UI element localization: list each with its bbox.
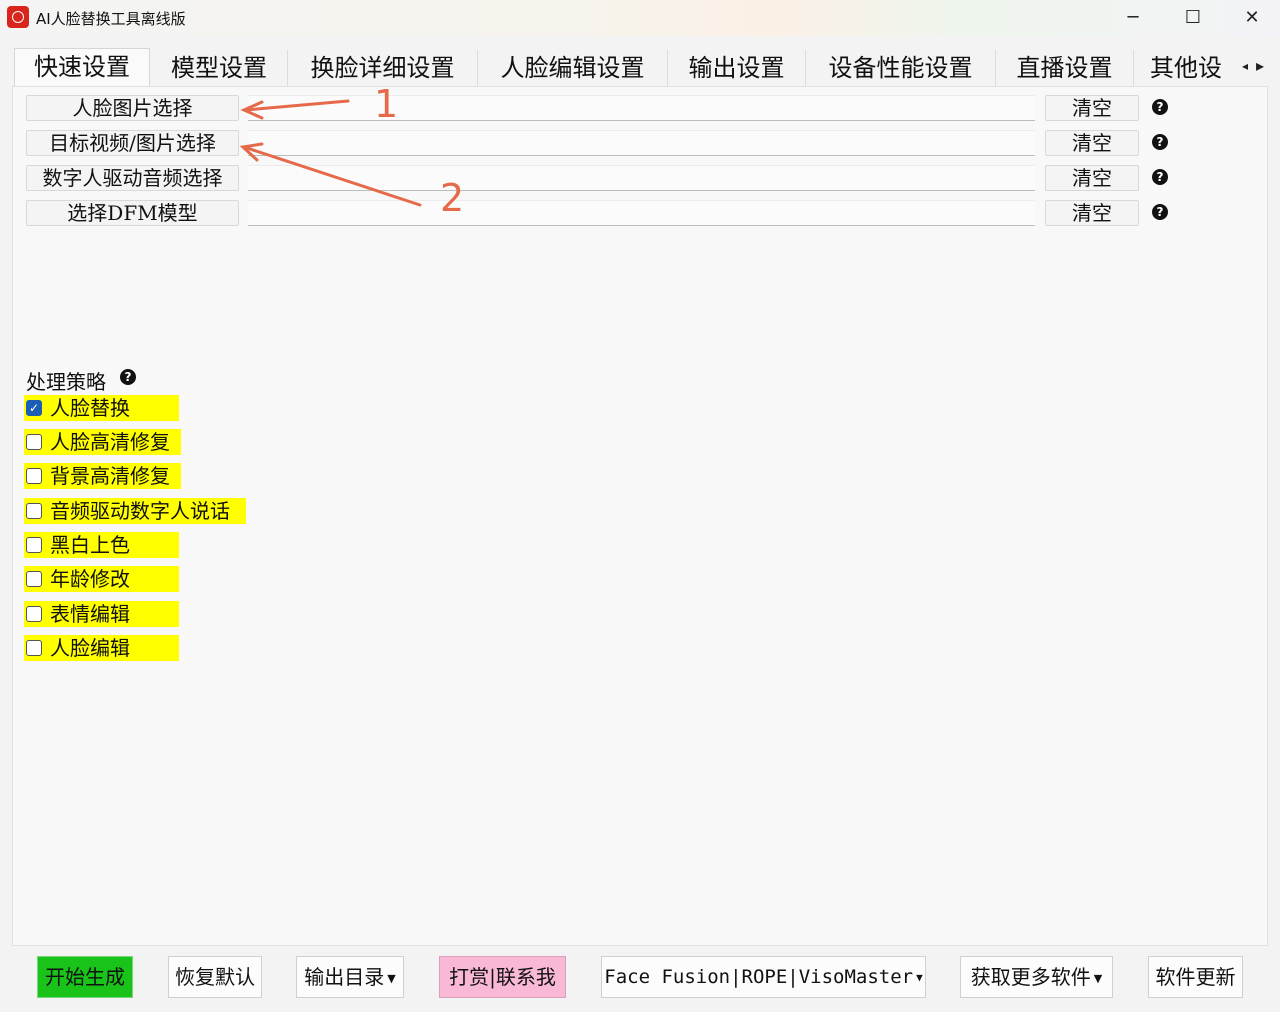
start-generate-button[interactable]: 开始生成	[37, 956, 133, 998]
help-icon[interactable]: ?	[120, 369, 136, 385]
option-face-edit[interactable]: 人脸编辑	[24, 635, 179, 661]
option-colorize[interactable]: 黑白上色	[24, 532, 179, 558]
checkbox-checked-icon[interactable]: ✓	[26, 400, 42, 416]
option-audio-driven-talking[interactable]: 音频驱动数字人说话	[24, 498, 246, 524]
checkbox-icon[interactable]	[26, 468, 42, 484]
checkbox-icon[interactable]	[26, 434, 42, 450]
checkbox-icon[interactable]	[26, 606, 42, 622]
engines-dropdown[interactable]: Face Fusion|ROPE|VisoMaster ▼	[601, 956, 926, 998]
option-label: 黑白上色	[50, 533, 130, 557]
output-dir-dropdown[interactable]: 输出目录 ▼	[296, 956, 404, 998]
option-label: 人脸替换	[50, 396, 130, 420]
option-background-hd-restore[interactable]: 背景高清修复	[24, 463, 181, 489]
annotation-number-1: 1	[374, 82, 399, 126]
software-update-button[interactable]: 软件更新	[1148, 956, 1243, 998]
output-dir-label: 输出目录	[304, 965, 385, 989]
donate-contact-button[interactable]: 打赏|联系我	[439, 956, 566, 998]
option-label: 表情编辑	[50, 602, 130, 626]
dropdown-caret-icon: ▼	[1093, 971, 1103, 985]
checkbox-icon[interactable]	[26, 640, 42, 656]
option-age-edit[interactable]: 年龄修改	[24, 566, 179, 592]
engines-label: Face Fusion|ROPE|VisoMaster	[604, 966, 914, 988]
dropdown-caret-icon: ▼	[916, 970, 923, 984]
more-software-label: 获取更多软件	[970, 965, 1091, 989]
checkbox-icon[interactable]	[26, 571, 42, 587]
checkbox-icon[interactable]	[26, 537, 42, 553]
option-label: 音频驱动数字人说话	[50, 499, 230, 523]
restore-default-button[interactable]: 恢复默认	[168, 956, 262, 998]
more-software-dropdown[interactable]: 获取更多软件 ▼	[960, 956, 1113, 998]
checkbox-icon[interactable]	[26, 503, 42, 519]
option-face-hd-restore[interactable]: 人脸高清修复	[24, 429, 181, 455]
option-label: 人脸高清修复	[50, 430, 170, 454]
processing-strategy-label: 处理策略	[26, 370, 106, 394]
option-expression-edit[interactable]: 表情编辑	[24, 601, 179, 627]
option-face-swap[interactable]: ✓ 人脸替换	[24, 395, 179, 421]
option-label: 年龄修改	[50, 567, 130, 591]
restore-default-label: 恢复默认	[175, 965, 255, 989]
dropdown-caret-icon: ▼	[387, 971, 396, 985]
option-label: 人脸编辑	[50, 636, 130, 660]
option-label: 背景高清修复	[50, 464, 170, 488]
annotation-number-2: 2	[440, 176, 465, 220]
